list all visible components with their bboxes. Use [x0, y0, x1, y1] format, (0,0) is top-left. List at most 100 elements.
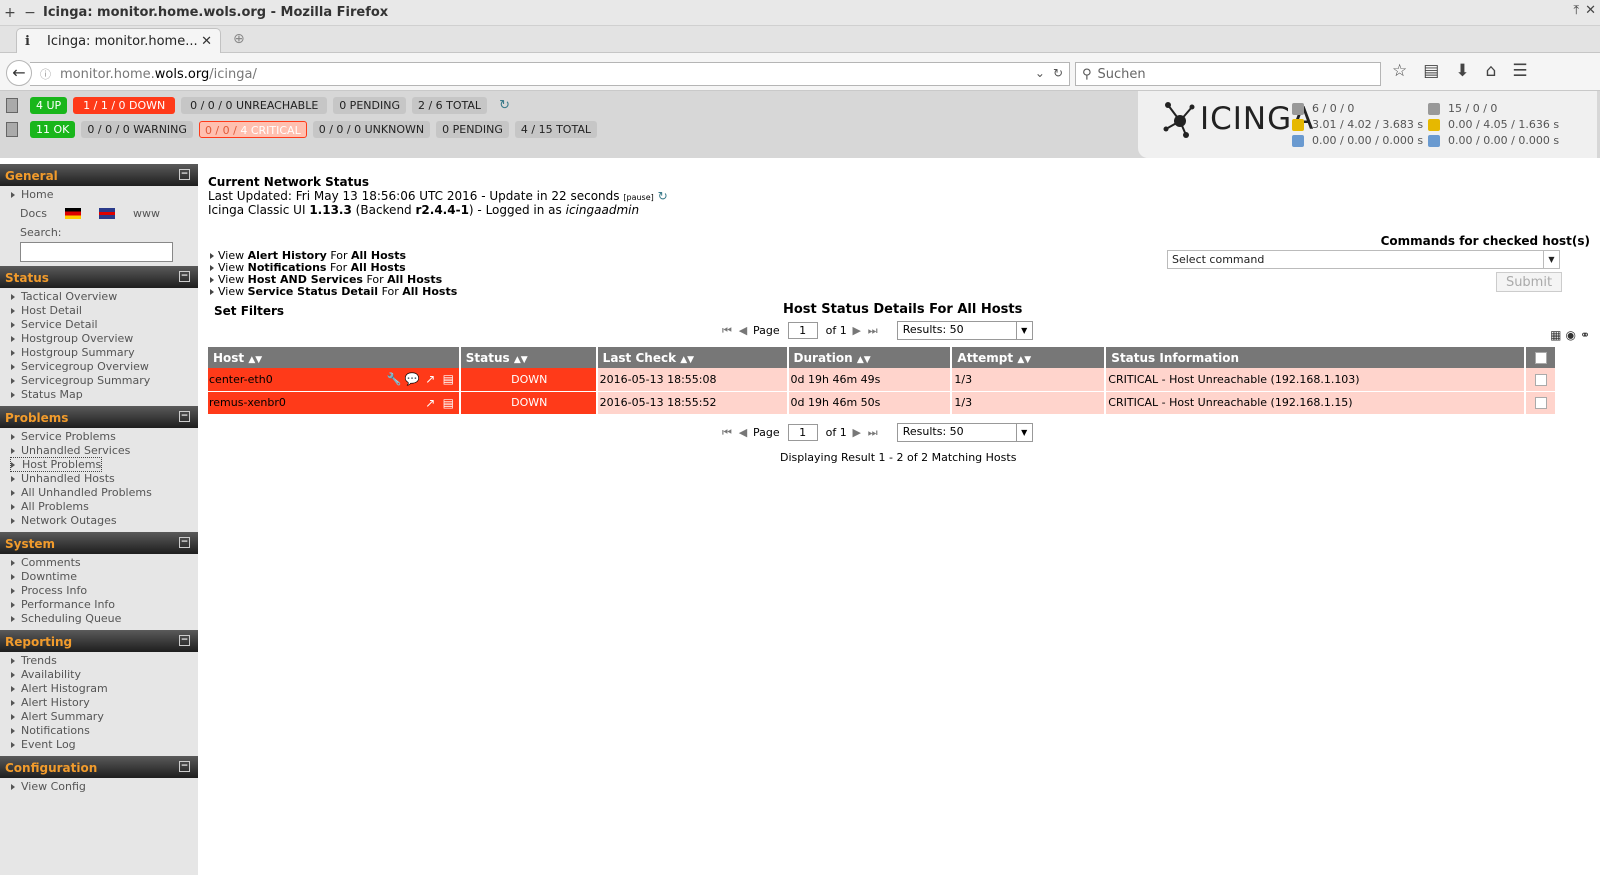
refresh-icon[interactable]: ↻	[658, 189, 668, 203]
next-page-icon[interactable]: ▶	[851, 324, 863, 337]
docs-link[interactable]: Docs	[20, 207, 47, 220]
sidebar-item-downtime[interactable]: Downtime	[0, 570, 198, 584]
url-dropdown-icon[interactable]: ⌄	[1035, 66, 1045, 80]
collapse-icon[interactable]: −	[179, 411, 190, 422]
submit-button[interactable]: Submit	[1496, 272, 1562, 292]
pause-link[interactable]: [pause]	[623, 193, 653, 202]
sidebar-search-input[interactable]	[20, 242, 173, 262]
sidebar-item-servicegroup-overview[interactable]: Servicegroup Overview	[0, 360, 198, 374]
reload-icon[interactable]: ↻	[1053, 66, 1063, 80]
url-bar[interactable]: ⓘ monitor.home. wols.org/icinga/ ⌄ ↻	[30, 62, 1070, 86]
sidebar-item-availability[interactable]: Availability	[0, 668, 198, 682]
hosts-unreachable-badge[interactable]: 0 / 0 / 0 UNREACHABLE	[181, 97, 328, 114]
set-filters-link[interactable]: Set Filters	[214, 304, 284, 318]
graph-icon[interactable]: ↗	[422, 395, 439, 412]
hosts-down-badge[interactable]: 1 / 1 / 0 DOWN	[73, 97, 176, 114]
reading-list-icon[interactable]: ▤	[1423, 61, 1439, 81]
refresh-icon[interactable]: ↻	[499, 98, 510, 113]
collapse-icon[interactable]: −	[179, 169, 190, 180]
browser-tab[interactable]: i Icinga: monitor.home... ✕	[16, 28, 221, 54]
www-link[interactable]: www	[133, 207, 160, 220]
row-checkbox[interactable]	[1534, 373, 1547, 386]
notes-icon[interactable]: ▤	[440, 395, 457, 412]
tab-close-icon[interactable]: ✕	[201, 34, 212, 49]
prev-page-icon[interactable]: ◀	[737, 426, 749, 439]
hosts-pending-badge[interactable]: 0 PENDING	[333, 97, 406, 114]
collapse-icon[interactable]: −	[179, 271, 190, 282]
column-header-host[interactable]: Host ▲▼	[208, 347, 461, 368]
page-input[interactable]: 1	[787, 322, 818, 339]
prev-page-icon[interactable]: ◀	[737, 324, 749, 337]
collapse-icon[interactable]: −	[179, 635, 190, 646]
back-button[interactable]: ←	[6, 60, 32, 86]
sidebar-item-tactical-overview[interactable]: Tactical Overview	[0, 290, 198, 304]
search-bar[interactable]: ⚲ Suchen	[1075, 62, 1381, 86]
sort-arrows-icon[interactable]: ▲▼	[248, 355, 262, 365]
sidebar-item-hostgroup-summary[interactable]: Hostgroup Summary	[0, 346, 198, 360]
sidebar-item-notifications[interactable]: Notifications	[0, 724, 198, 738]
command-select[interactable]: Select command ▼	[1167, 250, 1560, 269]
comment-icon[interactable]: 💬	[404, 371, 421, 388]
sidebar-item-unhandled-hosts[interactable]: Unhandled Hosts	[0, 472, 198, 486]
sidebar-item-alert-history[interactable]: Alert History	[0, 696, 198, 710]
host-link[interactable]: center-eth0	[209, 373, 273, 386]
sidebar-item-process-info[interactable]: Process Info	[0, 584, 198, 598]
column-header-attempt[interactable]: Attempt ▲▼	[951, 347, 1107, 368]
services-critical-badge[interactable]: 0 / 0 / 4 CRITICAL	[198, 121, 307, 138]
close-window-icon[interactable]: ✕	[1585, 3, 1596, 18]
sort-arrows-icon[interactable]: ▲▼	[857, 355, 871, 365]
sidebar-item-unhandled-services[interactable]: Unhandled Services	[0, 444, 198, 458]
sort-arrows-icon[interactable]: ▲▼	[1017, 355, 1031, 365]
new-tab-icon[interactable]: ⊕	[233, 31, 245, 47]
notes-icon[interactable]: ▤	[440, 371, 457, 388]
services-total-badge[interactable]: 4 / 15 TOTAL	[514, 121, 597, 138]
menu-icon[interactable]: ☰	[1512, 61, 1527, 81]
results-select[interactable]: Results: 50 ▼	[896, 321, 1033, 340]
results-select[interactable]: Results: 50 ▼	[896, 423, 1033, 442]
sidebar-item-comments[interactable]: Comments	[0, 556, 198, 570]
sidebar-item-status-map[interactable]: Status Map	[0, 388, 198, 402]
sort-arrows-icon[interactable]: ▲▼	[514, 355, 528, 365]
sidebar-item-alert-summary[interactable]: Alert Summary	[0, 710, 198, 724]
sidebar-item-alert-histogram[interactable]: Alert Histogram	[0, 682, 198, 696]
sidebar-item-home[interactable]: Home	[0, 188, 198, 202]
column-header-duration[interactable]: Duration ▲▼	[787, 347, 953, 368]
wrench-icon[interactable]: 🔧	[386, 371, 403, 388]
sidebar-item-service-problems[interactable]: Service Problems	[0, 430, 198, 444]
bookmark-star-icon[interactable]: ☆	[1392, 61, 1407, 81]
services-ok-badge[interactable]: 11 OK	[30, 121, 76, 138]
home-icon[interactable]: ⌂	[1486, 61, 1497, 81]
sidebar-item-all-problems[interactable]: All Problems	[0, 500, 198, 514]
site-info-icon[interactable]: ⓘ	[40, 66, 54, 82]
sidebar-item-network-outages[interactable]: Network Outages	[0, 514, 198, 528]
hosts-total-badge[interactable]: 2 / 6 TOTAL	[411, 97, 488, 114]
last-page-icon[interactable]: ⏭	[867, 426, 879, 440]
first-page-icon[interactable]: ⏮	[721, 324, 733, 338]
refresh-table-icon[interactable]: ◉	[1565, 328, 1575, 342]
column-header-status[interactable]: Status ▲▼	[459, 347, 598, 368]
select-all-checkbox[interactable]	[1534, 352, 1547, 364]
column-header-last-check[interactable]: Last Check ▲▼	[596, 347, 789, 368]
german-flag-icon[interactable]	[64, 207, 81, 219]
sidebar-item-scheduling-queue[interactable]: Scheduling Queue	[0, 612, 198, 626]
view-link[interactable]: View Service Status Detail For All Hosts	[208, 286, 457, 298]
sidebar-item-host-detail[interactable]: Host Detail	[0, 304, 198, 318]
services-pending-badge[interactable]: 0 PENDING	[436, 121, 509, 138]
csv-export-icon[interactable]: ▦	[1550, 328, 1561, 342]
collapse-icon[interactable]: −	[179, 537, 190, 548]
first-page-icon[interactable]: ⏮	[721, 426, 733, 440]
sidebar-item-trends[interactable]: Trends	[0, 654, 198, 668]
sidebar-item-service-detail[interactable]: Service Detail	[0, 318, 198, 332]
sidebar-item-all-unhandled-problems[interactable]: All Unhandled Problems	[0, 486, 198, 500]
host-link[interactable]: remus-xenbr0	[209, 396, 286, 409]
minimize-icon[interactable]: −	[20, 5, 40, 21]
graph-icon[interactable]: ↗	[422, 371, 439, 388]
next-page-icon[interactable]: ▶	[851, 426, 863, 439]
sidebar-item-host-problems[interactable]: Host Problems	[0, 457, 198, 472]
sidebar-item-hostgroup-overview[interactable]: Hostgroup Overview	[0, 332, 198, 346]
link-icon[interactable]: ⚭	[1580, 328, 1590, 342]
collapse-icon[interactable]: −	[179, 761, 190, 772]
sidebar-item-view-config[interactable]: View Config	[0, 780, 198, 794]
services-warning-badge[interactable]: 0 / 0 / 0 WARNING	[81, 121, 193, 138]
hosts-up-badge[interactable]: 4 UP	[30, 97, 68, 114]
